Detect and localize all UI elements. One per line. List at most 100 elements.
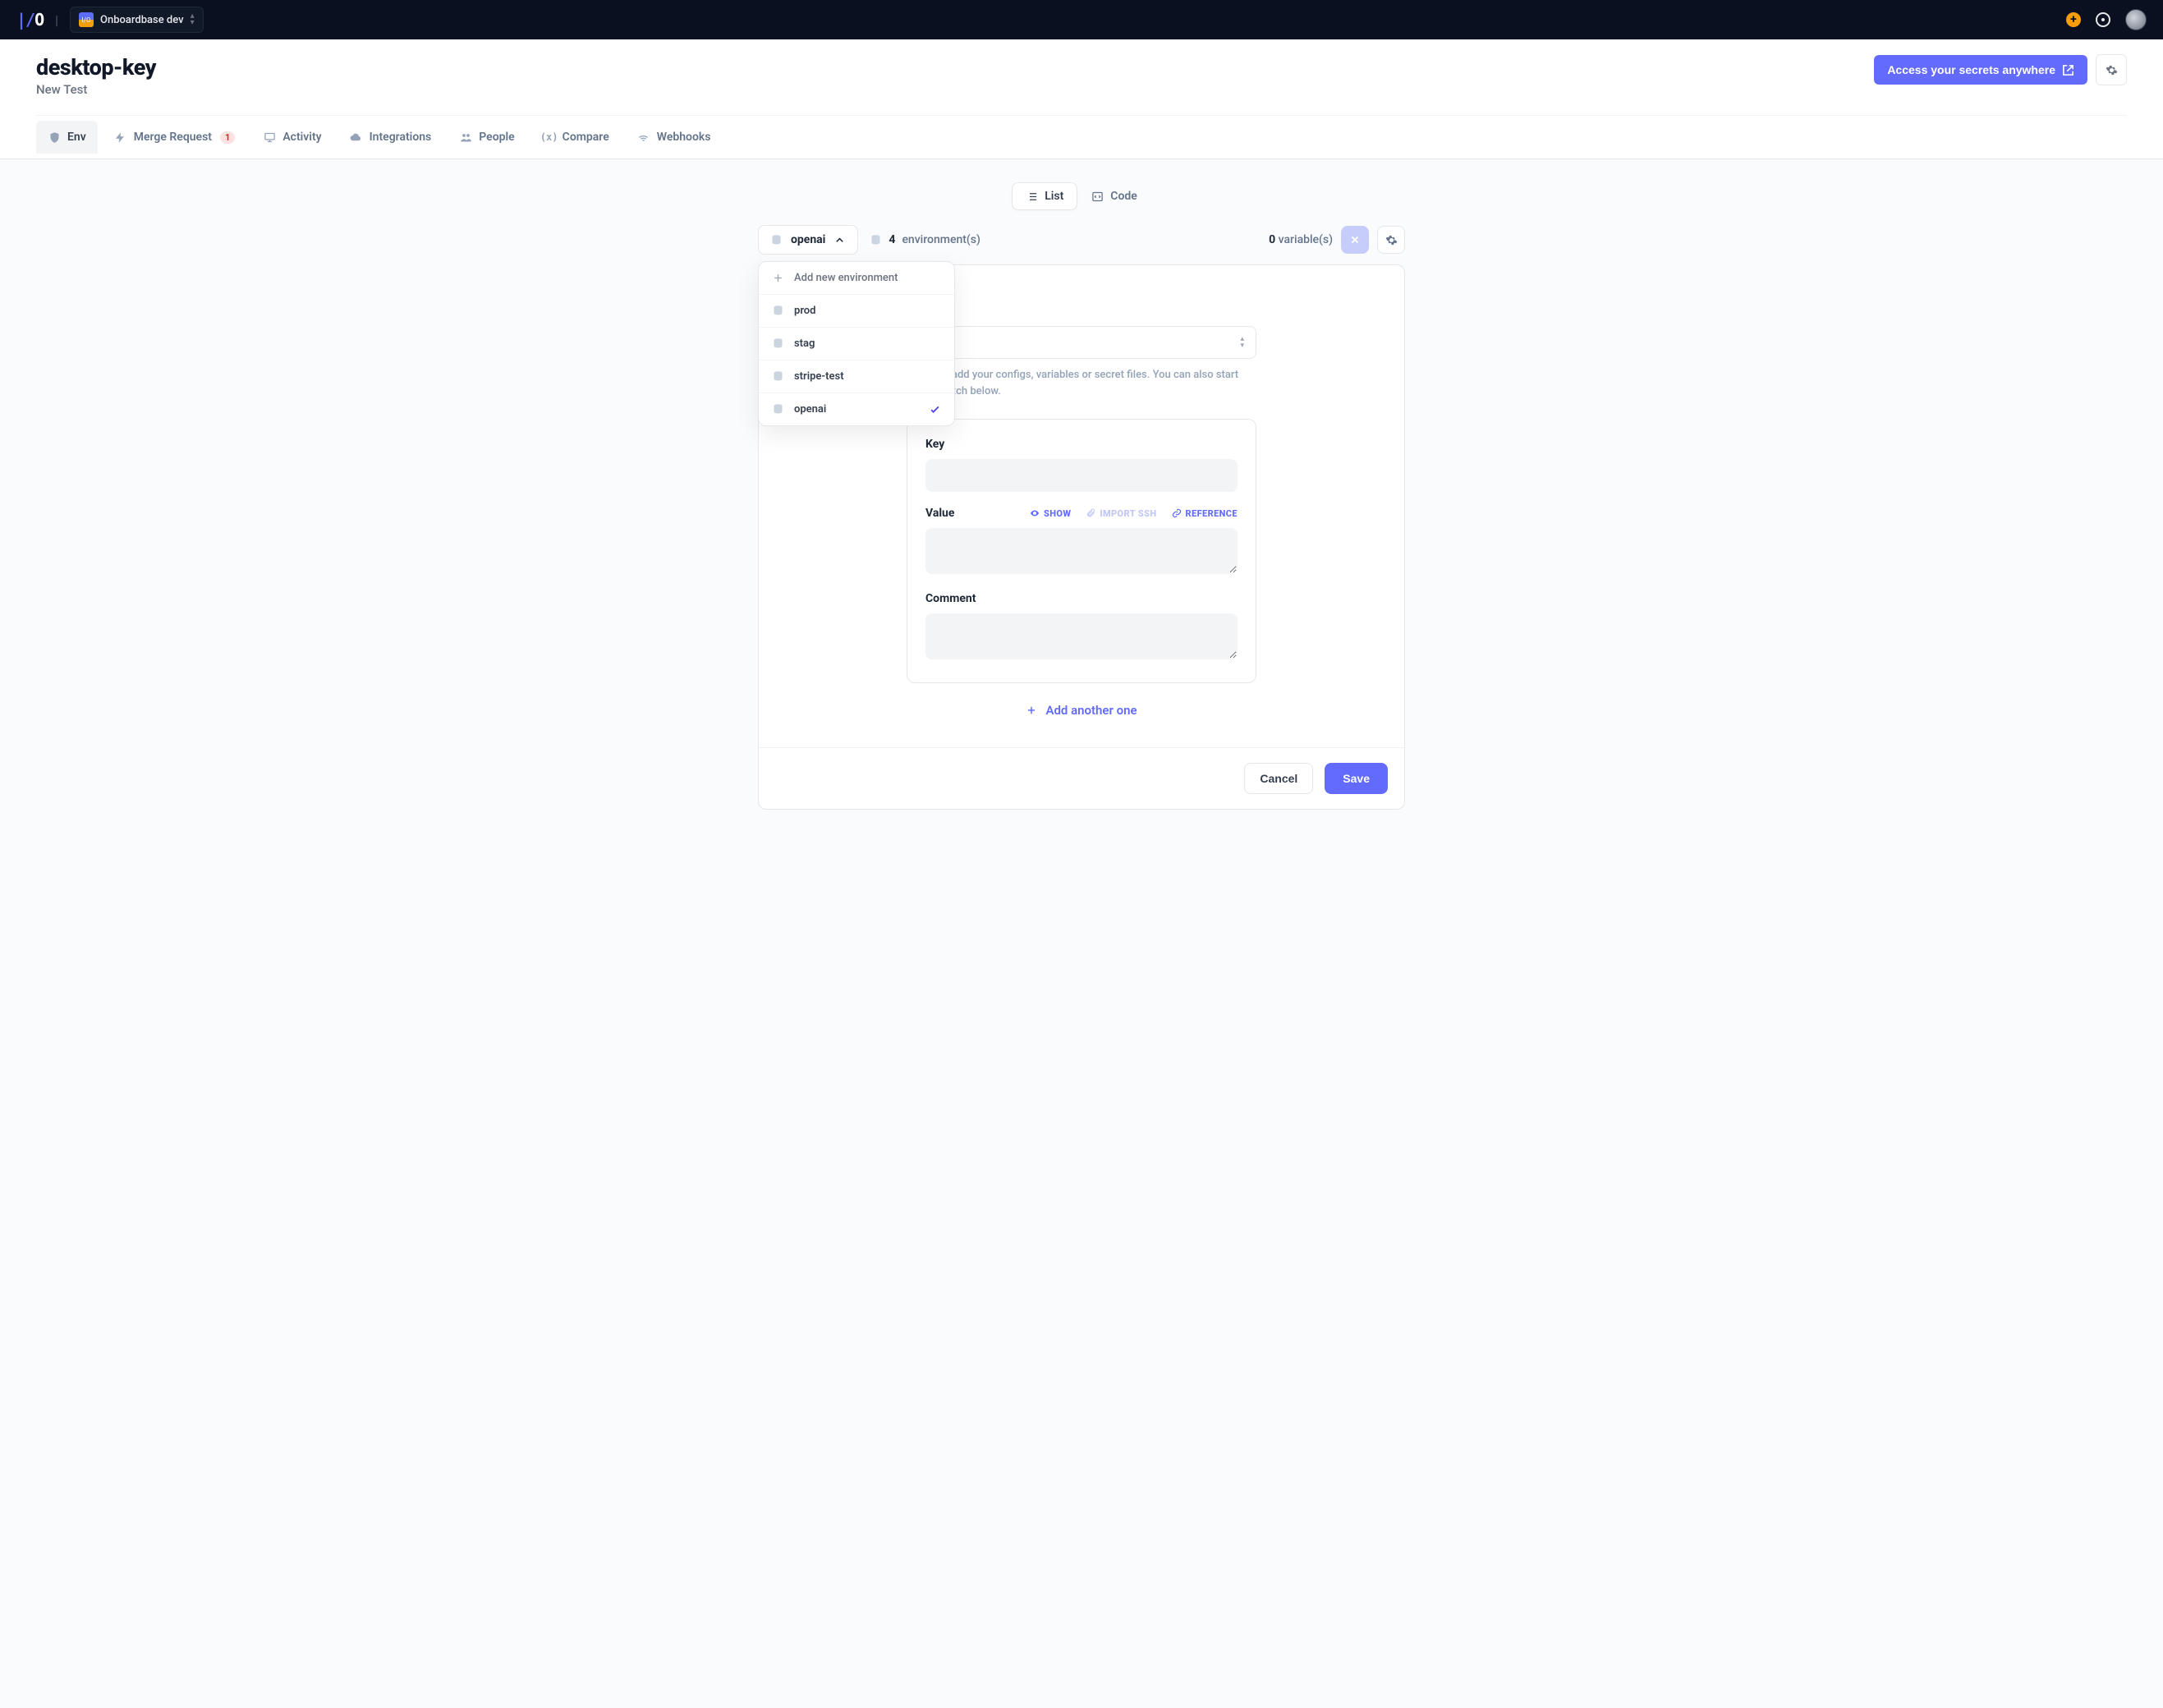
tab-compare[interactable]: (x) Compare <box>531 121 621 154</box>
tab-env[interactable]: Env <box>36 121 98 154</box>
environment-count-label: environment(s) <box>902 233 980 246</box>
tab-webhooks-label: Webhooks <box>657 131 711 144</box>
import-ssh-button[interactable]: IMPORT SSH <box>1086 508 1156 519</box>
view-list-label: List <box>1045 190 1063 203</box>
variable-count-num: 0 <box>1269 233 1275 246</box>
value-label: Value <box>925 507 954 520</box>
monitor-icon <box>263 131 276 144</box>
link-icon <box>1172 508 1182 518</box>
gear-icon <box>1385 234 1398 246</box>
header-settings-button[interactable] <box>2096 54 2127 85</box>
env-option-stripe-test[interactable]: stripe-test <box>759 360 954 393</box>
reference-button[interactable]: REFERENCE <box>1172 508 1238 519</box>
variable-count-label: variable(s) <box>1279 233 1333 246</box>
database-icon <box>772 403 784 416</box>
compare-icon: (x) <box>543 131 556 144</box>
tab-activity-label: Activity <box>282 131 321 144</box>
database-icon <box>770 234 783 246</box>
page-subtitle: New Test <box>36 82 156 97</box>
key-input[interactable] <box>925 459 1238 492</box>
add-another-button[interactable]: Add another one <box>907 683 1256 724</box>
environment-count: 4 environment(s) <box>866 226 983 254</box>
check-icon <box>929 403 941 416</box>
tab-merge-label: Merge Request <box>134 131 212 144</box>
option-helper-text: option to add your configs, variables or… <box>907 367 1256 399</box>
cloud-icon <box>350 131 363 144</box>
chevron-up-icon <box>834 234 846 246</box>
comment-input[interactable] <box>925 613 1238 659</box>
view-list-button[interactable]: List <box>1012 182 1077 210</box>
tab-people-label: People <box>479 131 514 144</box>
env-option-stag[interactable]: stag <box>759 328 954 360</box>
workspace-switcher[interactable]: I/O Onboardbase dev ▴▾ <box>70 7 204 33</box>
plus-icon <box>772 272 784 284</box>
add-another-label: Add another one <box>1045 703 1137 718</box>
tab-integrations[interactable]: Integrations <box>338 121 443 154</box>
chevron-updown-icon: ▴▾ <box>191 13 195 26</box>
tab-bar: Env Merge Request 1 Activity Integration… <box>36 115 2127 158</box>
view-switch: List Code <box>0 182 2163 210</box>
env-option-label: openai <box>794 403 826 416</box>
env-option-label: stripe-test <box>794 370 844 383</box>
value-input[interactable] <box>925 528 1238 574</box>
top-navbar: |/O | I/O Onboardbase dev ▴▾ + <box>0 0 2163 39</box>
database-icon <box>870 234 882 246</box>
tab-compare-label: Compare <box>563 131 609 144</box>
nav-divider: | <box>55 12 58 28</box>
secret-card: Key Value SHOW IMPORT SSH <box>907 419 1256 683</box>
environment-count-num: 4 <box>889 233 895 246</box>
wifi-icon <box>637 131 650 144</box>
close-button[interactable] <box>1341 226 1369 254</box>
add-button[interactable]: + <box>2066 12 2081 27</box>
tab-activity[interactable]: Activity <box>251 121 333 154</box>
merge-badge: 1 <box>220 131 235 144</box>
paperclip-icon <box>1086 508 1095 518</box>
view-code-button[interactable]: Code <box>1077 182 1151 210</box>
env-option-label: stag <box>794 337 815 350</box>
show-value-button[interactable]: SHOW <box>1030 508 1071 519</box>
tab-people[interactable]: People <box>448 121 526 154</box>
database-icon <box>772 305 784 317</box>
env-settings-button[interactable] <box>1377 226 1405 254</box>
view-code-label: Code <box>1110 190 1137 203</box>
bolt-icon <box>114 131 127 144</box>
environment-dropdown: Add new environment prod stag stripe-tes… <box>758 261 955 426</box>
access-secrets-button[interactable]: Access your secrets anywhere <box>1874 55 2087 85</box>
environment-toolbar: openai 4 environment(s) 0 variable(s) Ad… <box>758 225 1405 255</box>
page-header: desktop-key New Test Access your secrets… <box>0 39 2163 159</box>
environment-selector[interactable]: openai <box>758 225 858 255</box>
environment-selected: openai <box>791 233 825 246</box>
tab-merge-request[interactable]: Merge Request 1 <box>103 121 247 154</box>
env-option-openai[interactable]: openai <box>759 393 954 425</box>
chevron-updown-icon: ▴▾ <box>1240 336 1244 349</box>
database-icon <box>772 337 784 350</box>
add-environment-item[interactable]: Add new environment <box>759 262 954 295</box>
key-label: Key <box>925 438 1238 451</box>
plus-icon <box>1026 705 1037 716</box>
option-select[interactable]: Option ▴▾ <box>907 326 1256 359</box>
close-icon <box>1349 234 1361 246</box>
logo[interactable]: |/O <box>16 10 44 30</box>
access-secrets-label: Access your secrets anywhere <box>1887 63 2055 76</box>
comment-label: Comment <box>925 592 1238 605</box>
page-title: desktop-key <box>36 54 156 80</box>
variable-count: 0 variable(s) <box>1269 233 1333 246</box>
list-icon <box>1026 191 1038 203</box>
tab-env-label: Env <box>67 131 86 144</box>
workspace-icon: I/O <box>79 12 94 27</box>
people-icon <box>459 131 472 144</box>
env-option-label: prod <box>794 305 816 317</box>
tab-webhooks[interactable]: Webhooks <box>626 121 723 154</box>
shield-icon <box>48 131 61 144</box>
external-link-icon <box>2062 64 2074 76</box>
add-environment-label: Add new environment <box>794 272 898 284</box>
help-button[interactable] <box>2096 12 2110 27</box>
code-icon <box>1091 191 1104 203</box>
save-button[interactable]: Save <box>1325 763 1388 794</box>
panel-footer: Cancel Save <box>759 747 1404 809</box>
env-option-prod[interactable]: prod <box>759 295 954 328</box>
cancel-button[interactable]: Cancel <box>1244 763 1313 794</box>
database-icon <box>772 370 784 383</box>
avatar[interactable] <box>2125 9 2147 30</box>
gear-icon <box>2106 64 2118 76</box>
